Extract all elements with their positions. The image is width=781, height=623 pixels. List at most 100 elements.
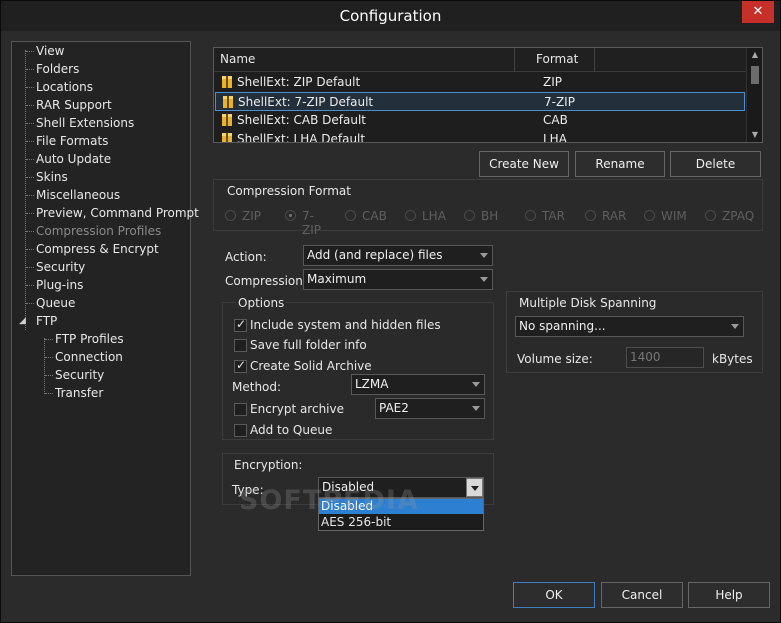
tree-item-view[interactable]: View <box>36 42 64 60</box>
solid-archive-checkbox[interactable]: ✓ <box>234 358 247 373</box>
archive-icon <box>222 76 232 88</box>
softpedia-watermark: SOFTPEDIA <box>239 485 419 516</box>
profile-name: ShellExt: LHA Default <box>237 132 366 142</box>
action-label: Action: <box>225 250 267 264</box>
chevron-down-icon <box>480 253 488 258</box>
tree-item-plug-ins[interactable]: Plug-ins <box>36 276 83 294</box>
encryption-title: Encryption: <box>234 458 303 472</box>
encrypt-archive-label: Encrypt archive <box>250 402 345 416</box>
tree-dash <box>26 105 34 106</box>
rename-button[interactable]: Rename <box>575 151 665 177</box>
profile-name: ShellExt: 7-ZIP Default <box>238 95 374 109</box>
tree-dash <box>26 87 34 88</box>
compression-value: Maximum <box>307 272 367 286</box>
save-full-folder-label: Save full folder info <box>250 338 367 352</box>
tree-dash <box>45 339 53 340</box>
tree-item-queue[interactable]: Queue <box>36 294 75 312</box>
tree-dash <box>26 303 34 304</box>
encrypt-archive-checkbox[interactable] <box>234 403 247 416</box>
column-header-format[interactable]: Format <box>536 52 578 66</box>
profile-format: 7-ZIP <box>544 95 575 109</box>
tree-dash <box>26 177 34 178</box>
tree-item-rar-support[interactable]: RAR Support <box>36 96 112 114</box>
profile-row[interactable]: ShellExt: ZIP Default ZIP <box>215 73 745 92</box>
encryption-method-value: PAE2 <box>379 401 409 415</box>
action-select[interactable]: Add (and replace) files <box>303 245 493 266</box>
create-new-button[interactable]: Create New <box>479 151 569 177</box>
radio-dot <box>345 210 356 221</box>
dropdown-toggle-button[interactable] <box>466 478 483 497</box>
help-button[interactable]: Help <box>688 582 770 608</box>
radio-label: CAB <box>362 209 387 223</box>
spanning-select[interactable]: No spanning... <box>515 316 744 337</box>
tree-item-transfer[interactable]: Transfer <box>55 384 103 402</box>
tree-item-compression-profiles[interactable]: Compression Profiles <box>36 222 161 240</box>
tree-dash <box>26 51 34 52</box>
volume-size-input[interactable]: 1400 <box>626 347 704 368</box>
check-icon: ✓ <box>236 317 247 331</box>
profile-row[interactable]: ShellExt: LHA Default LHA <box>215 130 745 142</box>
save-full-folder-checkbox[interactable] <box>234 339 247 352</box>
ok-button[interactable]: OK <box>513 582 595 608</box>
radio-dot <box>585 210 596 221</box>
tree-item-shell-extensions[interactable]: Shell Extensions <box>36 114 134 132</box>
tree-dash <box>26 267 34 268</box>
profile-row[interactable]: ShellExt: CAB Default CAB <box>215 111 745 130</box>
check-icon: ✓ <box>236 358 247 372</box>
profile-name: ShellExt: CAB Default <box>237 113 366 127</box>
archive-icon <box>222 114 232 126</box>
method-label: Method: <box>232 380 282 394</box>
tree-item-compress-encrypt[interactable]: Compress & Encrypt <box>36 240 159 258</box>
tree-item-ftp[interactable]: FTP <box>36 312 57 330</box>
profile-name: ShellExt: ZIP Default <box>237 75 361 89</box>
profile-row-selected[interactable]: ShellExt: 7-ZIP Default 7-ZIP <box>215 92 745 111</box>
compression-format-title: Compression Format <box>227 184 351 198</box>
add-to-queue-checkbox[interactable] <box>234 424 247 437</box>
tree-item-ftp-security[interactable]: Security <box>55 366 104 384</box>
tree-item-ftp-profiles[interactable]: FTP Profiles <box>55 330 124 348</box>
profiles-list: Name Format ShellExt: ZIP Default ZIP Sh… <box>213 47 763 143</box>
tree-dash <box>26 285 34 286</box>
encryption-method-select[interactable]: PAE2 <box>375 398 485 419</box>
tree-item-auto-update[interactable]: Auto Update <box>36 150 111 168</box>
solid-archive-label: Create Solid Archive <box>250 359 372 373</box>
tree-dash <box>26 249 34 250</box>
scroll-up-icon[interactable]: ▲ <box>747 48 763 62</box>
tree-item-connection[interactable]: Connection <box>55 348 123 366</box>
configuration-window: Configuration ✕ View Folders Locations R… <box>0 0 781 623</box>
list-header: Name Format <box>214 48 746 72</box>
tree-item-folders[interactable]: Folders <box>36 60 79 78</box>
list-scrollbar[interactable]: ▲ ▼ <box>746 48 762 142</box>
method-select[interactable]: LZMA <box>351 374 485 395</box>
close-button[interactable]: ✕ <box>742 1 774 23</box>
tree-item-locations[interactable]: Locations <box>36 78 93 96</box>
profile-format: ZIP <box>543 75 562 89</box>
cancel-button[interactable]: Cancel <box>601 582 683 608</box>
radio-dot <box>285 210 296 221</box>
dropdown-option-aes256[interactable]: AES 256-bit <box>319 515 483 530</box>
chevron-down-icon <box>480 277 488 282</box>
scroll-down-icon[interactable]: ▼ <box>747 128 763 142</box>
column-header-name[interactable]: Name <box>220 52 255 66</box>
tree-connector-ftp <box>44 338 45 394</box>
tree-dash <box>45 357 53 358</box>
chevron-down-icon <box>471 486 479 491</box>
tree-expander-icon[interactable]: ◢ <box>19 312 26 330</box>
disk-spanning-title: Multiple Disk Spanning <box>519 296 657 310</box>
tree-item-preview-command-prompt[interactable]: Preview, Command Prompt <box>36 204 199 222</box>
include-hidden-checkbox[interactable]: ✓ <box>234 317 247 332</box>
compression-select[interactable]: Maximum <box>303 269 493 290</box>
scroll-thumb[interactable] <box>751 66 759 84</box>
tree-item-security[interactable]: Security <box>36 258 85 276</box>
include-hidden-label: Include system and hidden files <box>250 318 441 332</box>
delete-button[interactable]: Delete <box>670 151 761 177</box>
column-separator <box>514 48 515 72</box>
tree-dash <box>26 231 34 232</box>
tree-item-miscellaneous[interactable]: Miscellaneous <box>36 186 120 204</box>
tree-item-skins[interactable]: Skins <box>36 168 68 186</box>
settings-tree: View Folders Locations RAR Support Shell… <box>11 41 199 576</box>
tree-item-file-formats[interactable]: File Formats <box>36 132 108 150</box>
column-separator <box>594 48 595 72</box>
volume-unit-label: kBytes <box>712 352 753 366</box>
radio-label: LHA <box>422 209 446 223</box>
